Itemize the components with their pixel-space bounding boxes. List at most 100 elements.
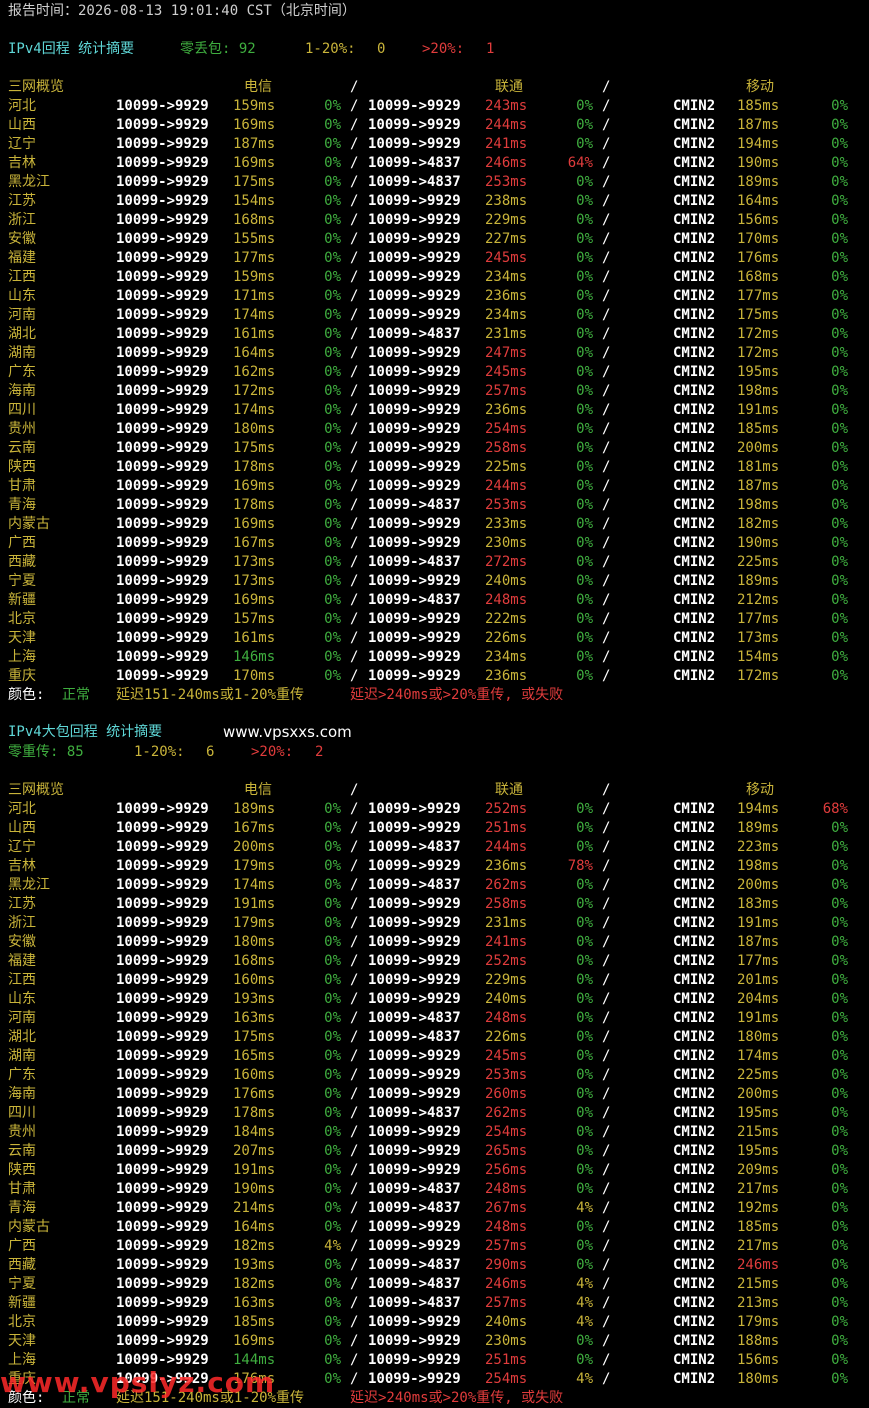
telecom-loss: 0% [324, 459, 341, 475]
telecom-route: 10099->9929 [116, 554, 209, 570]
unicom-route: 10099->9929 [368, 1333, 461, 1349]
mobile-latency: 172ms [737, 326, 780, 342]
color-legend: 颜色: 正常 延迟151-240ms或1-20%重传 延迟>240ms或>20%重传,… [8, 686, 863, 705]
province-name: 山西 [8, 117, 36, 133]
row-sep: / [602, 1295, 611, 1311]
row-sep: / [602, 288, 611, 304]
table-row: 山西 10099->9929 167ms 0% / 10099->9929 251ms 0% /… [8, 819, 863, 838]
unicom-route: 10099->9929 [368, 231, 461, 247]
telecom-latency: 169ms [233, 592, 276, 608]
telecom-loss: 0% [324, 288, 341, 304]
unicom-loss: 0% [576, 1086, 593, 1102]
unicom-route: 10099->4837 [368, 877, 461, 893]
telecom-loss: 0% [324, 1200, 341, 1216]
row-sep: / [350, 364, 359, 380]
row-sep: / [350, 611, 359, 627]
telecom-latency: 191ms [233, 1162, 276, 1178]
unicom-route: 10099->9929 [368, 535, 461, 551]
unicom-route: 10099->9929 [368, 858, 461, 874]
province-name: 江西 [8, 269, 36, 285]
telecom-loss: 0% [324, 611, 341, 627]
unicom-loss: 0% [576, 326, 593, 342]
mobile-loss: 0% [831, 1352, 848, 1368]
mobile-latency: 215ms [737, 1276, 780, 1292]
table-row: 甘肃 10099->9929 169ms 0% / 10099->9929 244ms 0% /… [8, 477, 863, 496]
telecom-route: 10099->9929 [116, 117, 209, 133]
row-sep: / [602, 1162, 611, 1178]
unicom-route: 10099->9929 [368, 991, 461, 1007]
row-sep: / [350, 668, 359, 684]
unicom-route: 10099->4837 [368, 1010, 461, 1026]
mobile-loss: 0% [831, 611, 848, 627]
unicom-route: 10099->4837 [368, 1200, 461, 1216]
table-row: 西藏 10099->9929 173ms 0% / 10099->4837 272ms 0% /… [8, 553, 863, 572]
unicom-latency: 260ms [485, 1086, 528, 1102]
province-name: 青海 [8, 497, 36, 513]
province-name: 吉林 [8, 858, 36, 874]
unicom-route: 10099->9929 [368, 1048, 461, 1064]
telecom-route: 10099->9929 [116, 421, 209, 437]
unicom-latency: 230ms [485, 1333, 528, 1349]
row-sep: / [602, 307, 611, 323]
mobile-latency: 191ms [737, 1010, 780, 1026]
telecom-route: 10099->9929 [116, 991, 209, 1007]
mobile-latency: 209ms [737, 1162, 780, 1178]
table-row: 福建 10099->9929 168ms 0% / 10099->9929 252ms 0% /… [8, 952, 863, 971]
row-sep: / [350, 839, 359, 855]
unicom-loss: 0% [576, 402, 593, 418]
table-row: 湖南 10099->9929 164ms 0% / 10099->9929 247ms 0% /… [8, 344, 863, 363]
mobile-route: CMIN2 [673, 1105, 716, 1121]
mobile-route: CMIN2 [673, 839, 716, 855]
mobile-loss: 0% [831, 1371, 848, 1387]
mobile-route: CMIN2 [673, 1067, 716, 1083]
unicom-latency: 245ms [485, 250, 528, 266]
unicom-latency: 238ms [485, 193, 528, 209]
mobile-loss: 0% [831, 1314, 848, 1330]
table-row: 河北 10099->9929 189ms 0% / 10099->9929 252ms 0% /… [8, 800, 863, 819]
row-sep: / [602, 269, 611, 285]
telecom-latency: 179ms [233, 858, 276, 874]
telecom-latency: 169ms [233, 1333, 276, 1349]
unicom-latency: 251ms [485, 820, 528, 836]
row-sep: / [602, 972, 611, 988]
mobile-route: CMIN2 [673, 535, 716, 551]
overview-label: 三网概览 [8, 782, 64, 798]
row-sep: / [350, 1257, 359, 1273]
telecom-route: 10099->9929 [116, 174, 209, 190]
mobile-loss: 0% [831, 858, 848, 874]
telecom-latency: 161ms [233, 630, 276, 646]
row-sep: / [350, 459, 359, 475]
unicom-route: 10099->9929 [368, 668, 461, 684]
telecom-loss: 0% [324, 554, 341, 570]
row-sep: / [602, 991, 611, 1007]
mobile-latency: 189ms [737, 573, 780, 589]
row-sep: / [602, 421, 611, 437]
telecom-latency: 167ms [233, 820, 276, 836]
unicom-route: 10099->9929 [368, 1067, 461, 1083]
site-url: www.vpsxxs.com [223, 723, 352, 741]
mobile-loss: 0% [831, 364, 848, 380]
telecom-latency: 162ms [233, 364, 276, 380]
telecom-route: 10099->9929 [116, 630, 209, 646]
mobile-loss: 0% [831, 193, 848, 209]
unicom-latency: 226ms [485, 630, 528, 646]
row-sep: / [602, 231, 611, 247]
unicom-loss: 0% [576, 516, 593, 532]
unicom-loss: 4% [576, 1200, 593, 1216]
row-sep: / [350, 250, 359, 266]
unicom-latency: 231ms [485, 915, 528, 931]
table-row: 四川 10099->9929 174ms 0% / 10099->9929 236ms 0% /… [8, 401, 863, 420]
table-row: 吉林 10099->9929 179ms 0% / 10099->9929 236ms 78%… [8, 857, 863, 876]
row-sep: / [350, 535, 359, 551]
mobile-route: CMIN2 [673, 1200, 716, 1216]
unicom-loss: 0% [576, 915, 593, 931]
unicom-route: 10099->9929 [368, 250, 461, 266]
row-sep: / [350, 269, 359, 285]
province-name: 西藏 [8, 1257, 36, 1273]
unicom-latency: 262ms [485, 877, 528, 893]
row-sep: / [602, 497, 611, 513]
mobile-loss: 68% [822, 801, 848, 817]
province-name: 河北 [8, 98, 36, 114]
row-sep: / [350, 801, 359, 817]
unicom-loss: 0% [576, 269, 593, 285]
